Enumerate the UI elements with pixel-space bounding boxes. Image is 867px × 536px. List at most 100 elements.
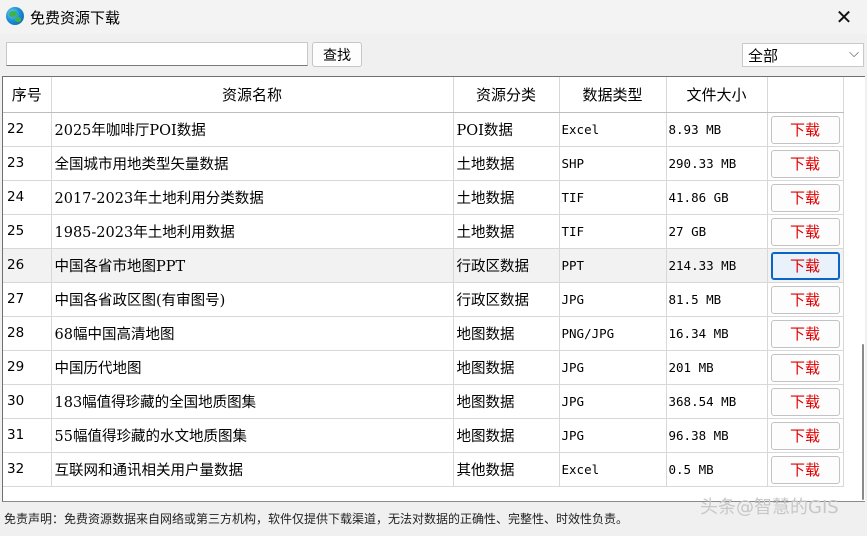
action-cell: 下载: [767, 282, 844, 317]
resource-category: 土地数据: [453, 214, 560, 249]
data-type: JPG: [559, 418, 667, 453]
file-size: 27 GB: [666, 214, 768, 249]
data-type: TIF: [559, 214, 667, 249]
search-input[interactable]: [6, 42, 308, 66]
row-index: 30: [3, 384, 52, 419]
table-row[interactable]: 23 全国城市用地类型矢量数据 土地数据 SHP 290.33 MB 下载: [3, 146, 844, 181]
category-filter-value: 全部: [748, 46, 779, 65]
row-index: 26: [3, 248, 52, 283]
data-type: PNG/JPG: [559, 316, 667, 351]
file-size: 214.33 MB: [666, 248, 768, 283]
table-row[interactable]: 26 中国各省市地图PPT 行政区数据 PPT 214.33 MB 下载: [3, 248, 844, 283]
download-button[interactable]: 下载: [770, 252, 840, 280]
row-index: 27: [3, 282, 52, 317]
column-header-category[interactable]: 资源分类: [453, 77, 560, 113]
resource-name: 183幅值得珍藏的全国地质图集: [51, 384, 454, 419]
column-header-size[interactable]: 文件大小: [666, 77, 768, 113]
file-size: 96.38 MB: [666, 418, 768, 453]
download-button[interactable]: 下载: [770, 354, 840, 382]
download-button[interactable]: 下载: [770, 218, 840, 246]
table-row[interactable]: 29 中国历代地图 地图数据 JPG 201 MB 下载: [3, 350, 844, 385]
data-type: TIF: [559, 180, 667, 215]
resource-category: 地图数据: [453, 384, 560, 419]
file-size: 41.86 GB: [666, 180, 768, 215]
column-header-type[interactable]: 数据类型: [559, 77, 667, 113]
action-cell: 下载: [767, 316, 844, 351]
table-row[interactable]: 28 68幅中国高清地图 地图数据 PNG/JPG 16.34 MB 下载: [3, 316, 844, 351]
row-index: 22: [3, 112, 52, 147]
row-index: 31: [3, 418, 52, 453]
resource-name: 2017-2023年土地利用分类数据: [51, 180, 454, 215]
resource-category: POI数据: [453, 112, 560, 147]
action-cell: 下载: [767, 248, 844, 283]
action-cell: 下载: [767, 214, 844, 249]
resource-name: 2025年咖啡厅POI数据: [51, 112, 454, 147]
download-button[interactable]: 下载: [770, 286, 840, 314]
action-cell: 下载: [767, 146, 844, 181]
globe-icon: [6, 7, 24, 25]
row-index: 24: [3, 180, 52, 215]
disclaimer-text: 免责声明：免费资源数据来自网络或第三方机构，软件仅提供下载渠道，无法对数据的正确…: [4, 512, 629, 526]
resource-name: 1985-2023年土地利用数据: [51, 214, 454, 249]
table-header-row: 序号 资源名称 资源分类 数据类型 文件大小: [3, 77, 844, 113]
window-title: 免费资源下载: [30, 9, 121, 27]
download-button[interactable]: 下载: [770, 422, 840, 450]
close-button[interactable]: ✕: [821, 0, 867, 34]
chevron-down-icon: ⌵: [849, 46, 859, 61]
category-filter-select[interactable]: 全部 ⌵: [742, 43, 864, 67]
download-button[interactable]: 下载: [770, 388, 840, 416]
resource-category: 地图数据: [453, 418, 560, 453]
scrollbar-thumb[interactable]: [862, 344, 864, 500]
download-button[interactable]: 下载: [770, 184, 840, 212]
file-size: 201 MB: [666, 350, 768, 385]
data-type: JPG: [559, 384, 667, 419]
resource-name: 中国各省政区图(有审图号): [51, 282, 454, 317]
table-row[interactable]: 31 55幅值得珍藏的水文地质图集 地图数据 JPG 96.38 MB 下载: [3, 418, 844, 453]
data-type: JPG: [559, 350, 667, 385]
action-cell: 下载: [767, 180, 844, 215]
row-index: 32: [3, 452, 52, 487]
table-row[interactable]: 22 2025年咖啡厅POI数据 POI数据 Excel 8.93 MB 下载: [3, 112, 844, 147]
resource-category: 行政区数据: [453, 282, 560, 317]
search-button[interactable]: 查找: [312, 42, 362, 67]
data-type: Excel: [559, 452, 667, 487]
watermark: 头条@智慧的GIS: [700, 497, 839, 518]
resource-name: 全国城市用地类型矢量数据: [51, 146, 454, 181]
row-index: 25: [3, 214, 52, 249]
file-size: 81.5 MB: [666, 282, 768, 317]
action-cell: 下载: [767, 384, 844, 419]
data-type: SHP: [559, 146, 667, 181]
table-row[interactable]: 32 互联网和通讯相关用户量数据 其他数据 Excel 0.5 MB 下载: [3, 452, 844, 487]
resource-category: 土地数据: [453, 180, 560, 215]
resource-name: 68幅中国高清地图: [51, 316, 454, 351]
resource-category: 土地数据: [453, 146, 560, 181]
column-header-action: [767, 77, 844, 113]
toolbar: 查找 全部 ⌵: [0, 34, 867, 72]
data-type: JPG: [559, 282, 667, 317]
file-size: 8.93 MB: [666, 112, 768, 147]
action-cell: 下载: [767, 350, 844, 385]
table-row[interactable]: 27 中国各省政区图(有审图号) 行政区数据 JPG 81.5 MB 下载: [3, 282, 844, 317]
resource-name: 中国历代地图: [51, 350, 454, 385]
table-row[interactable]: 30 183幅值得珍藏的全国地质图集 地图数据 JPG 368.54 MB 下载: [3, 384, 844, 419]
resource-category: 行政区数据: [453, 248, 560, 283]
action-cell: 下载: [767, 452, 844, 487]
table-row[interactable]: 25 1985-2023年土地利用数据 土地数据 TIF 27 GB 下载: [3, 214, 844, 249]
download-button[interactable]: 下载: [770, 150, 840, 178]
resource-name: 55幅值得珍藏的水文地质图集: [51, 418, 454, 453]
file-size: 16.34 MB: [666, 316, 768, 351]
download-button[interactable]: 下载: [770, 456, 840, 484]
file-size: 368.54 MB: [666, 384, 768, 419]
table-row[interactable]: 24 2017-2023年土地利用分类数据 土地数据 TIF 41.86 GB 下载: [3, 180, 844, 215]
data-type: PPT: [559, 248, 667, 283]
column-header-name[interactable]: 资源名称: [51, 77, 454, 113]
row-index: 28: [3, 316, 52, 351]
vertical-scrollbar[interactable]: [856, 76, 866, 502]
download-button[interactable]: 下载: [770, 116, 840, 144]
download-button[interactable]: 下载: [770, 320, 840, 348]
resource-category: 地图数据: [453, 316, 560, 351]
action-cell: 下载: [767, 112, 844, 147]
file-size: 0.5 MB: [666, 452, 768, 487]
resource-name: 中国各省市地图PPT: [51, 248, 454, 283]
column-header-index[interactable]: 序号: [3, 77, 52, 113]
